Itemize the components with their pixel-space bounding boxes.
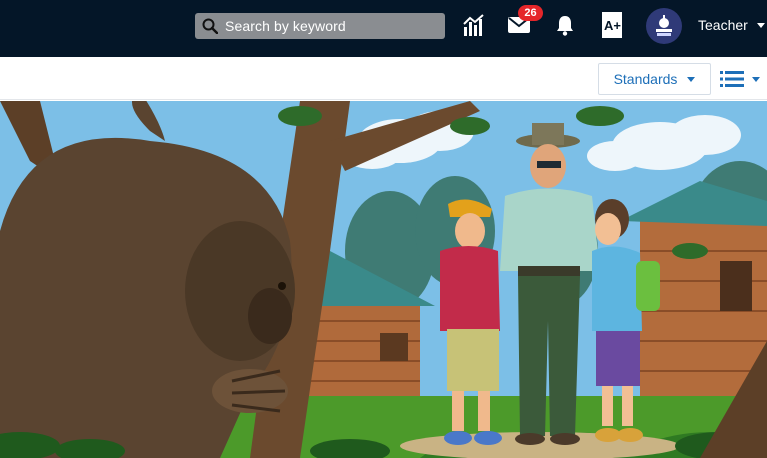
user-name-label: Teacher — [698, 17, 748, 33]
chevron-down-icon — [752, 76, 760, 82]
illustration — [0, 101, 767, 458]
standards-dropdown[interactable]: Standards — [598, 63, 711, 95]
chart-icon[interactable] — [461, 10, 487, 40]
bell-icon[interactable] — [555, 10, 575, 40]
chevron-down-icon — [687, 76, 696, 82]
content-toolbar: Standards — [0, 57, 767, 100]
chevron-down-icon — [756, 22, 765, 28]
avatar[interactable] — [646, 8, 682, 44]
hero-illustration — [0, 101, 767, 458]
standards-label: Standards — [613, 71, 678, 87]
grade-a-plus-icon[interactable]: A+ — [600, 10, 624, 40]
svg-text:A+: A+ — [604, 18, 621, 33]
user-menu[interactable]: Teacher — [698, 15, 765, 35]
search-icon — [195, 13, 225, 39]
list-view-icon — [720, 71, 744, 87]
apple-books-icon — [656, 15, 672, 36]
list-view-toggle[interactable] — [720, 67, 767, 91]
mail-badge: 26 — [518, 5, 543, 21]
search-box[interactable]: Search by keyword — [195, 13, 445, 39]
top-navigation-bar: Search by keyword 26 A+ Teacher — [0, 0, 767, 57]
search-input[interactable]: Search by keyword — [225, 18, 346, 34]
